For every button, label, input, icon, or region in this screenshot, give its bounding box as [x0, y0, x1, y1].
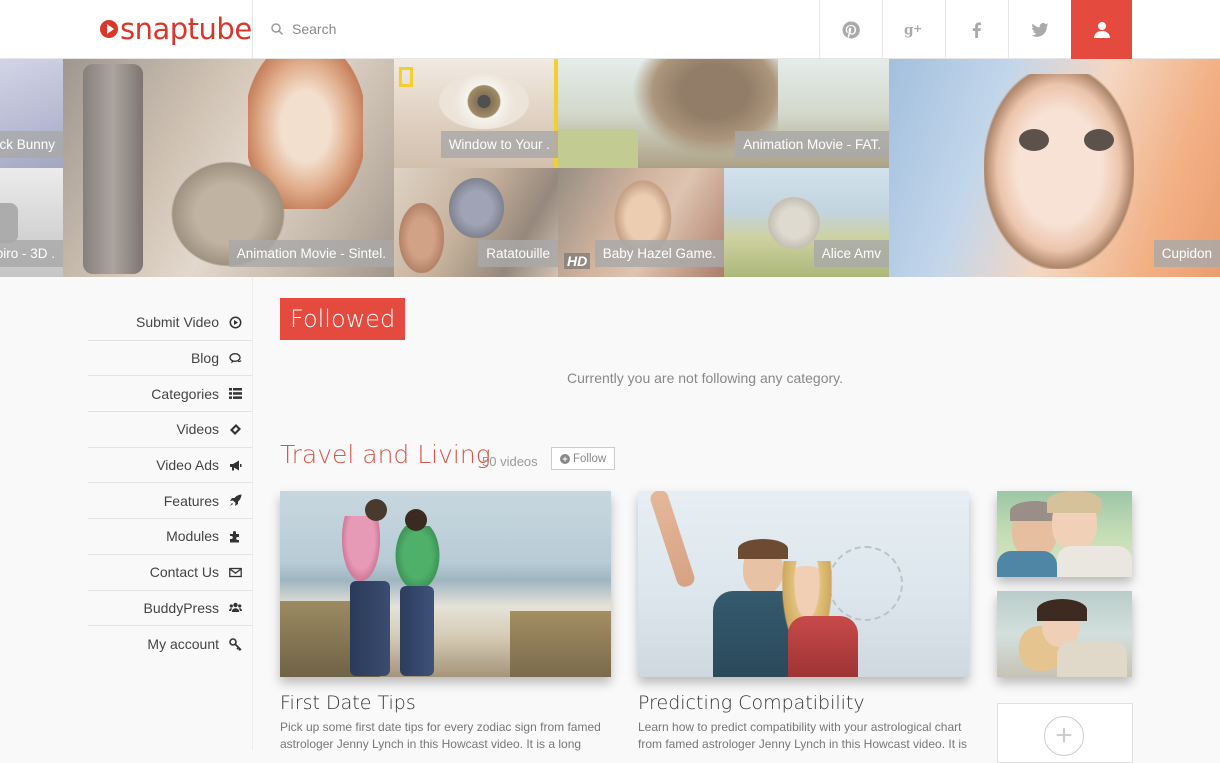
sidebar-item-label: Videos: [176, 421, 219, 438]
comments-icon: [229, 352, 242, 364]
facebook-icon: [972, 22, 981, 38]
sidebar-item-label: Contact Us: [149, 564, 219, 581]
envelope-icon: [229, 567, 242, 577]
follow-label: Follow: [573, 452, 607, 465]
users-icon: [229, 603, 242, 613]
sidebar-item-label: Blog: [190, 350, 219, 367]
sidebar-item-label: BuddyPress: [143, 599, 219, 616]
add-icon: +: [1044, 716, 1084, 756]
featured-caption: Ratatouille: [478, 240, 558, 267]
featured-tile[interactable]: Cupidon: [889, 59, 1220, 277]
featured-tile[interactable]: HD Baby Hazel Game.: [558, 168, 724, 277]
puzzle-icon: [230, 530, 239, 543]
empty-following-message: Currently you are not following any cate…: [567, 370, 843, 386]
sidebar-item-label: Features: [163, 492, 219, 509]
featured-tile[interactable]: Ratatouille: [394, 168, 558, 277]
list-icon: [229, 388, 242, 400]
twitter-button[interactable]: [1008, 0, 1071, 59]
featured-tile[interactable]: piro - 3D .: [0, 168, 63, 277]
sidebar-item-label: Submit Video: [135, 314, 219, 331]
play-logo-icon: [100, 20, 118, 38]
category-video-count: 50 videos: [482, 454, 538, 469]
featured-tile[interactable]: Animation Movie - FAT.: [558, 59, 889, 168]
sidebar-item-label: Categories: [151, 385, 219, 402]
sidebar-item-contact-us[interactable]: Contact Us: [88, 555, 252, 591]
sidebar-item-submit-video[interactable]: Submit Video: [88, 305, 252, 341]
site-logo[interactable]: snaptube: [100, 12, 252, 46]
facebook-button[interactable]: [945, 0, 1008, 59]
pinterest-button[interactable]: [819, 0, 882, 59]
header-divider: [252, 0, 253, 59]
video-thumbnail[interactable]: [997, 591, 1132, 677]
featured-strip: ck Bunny piro - 3D . Animation Movie - S…: [0, 59, 1220, 277]
video-title[interactable]: First Date Tips: [280, 692, 416, 714]
account-button[interactable]: [1071, 0, 1132, 59]
sidebar-item-features[interactable]: Features: [88, 483, 252, 520]
google-plus-icon: g +: [904, 21, 922, 38]
sidebar-item-videos[interactable]: Videos: [88, 412, 252, 448]
twitter-icon: [1031, 22, 1049, 37]
video-description: Learn how to predict compatibility with …: [638, 720, 968, 751]
followed-heading-button[interactable]: Followed: [280, 298, 406, 340]
site-header: snaptube g +: [0, 0, 1220, 59]
sidebar-item-video-ads[interactable]: Video Ads: [88, 448, 252, 484]
bullhorn-icon: [230, 460, 242, 471]
category-title[interactable]: Travel and Living: [280, 440, 491, 469]
play-circle-icon: [229, 316, 242, 329]
social-links: g +: [819, 0, 1132, 59]
featured-tile[interactable]: ck Bunny: [0, 59, 63, 168]
featured-caption: Alice Amv: [813, 240, 889, 267]
search-input[interactable]: [292, 21, 552, 37]
video-title[interactable]: Predicting Compatibility: [638, 692, 865, 714]
ticket-icon: [230, 423, 241, 435]
featured-caption: Baby Hazel Game.: [594, 240, 724, 267]
google-plus-button[interactable]: g +: [882, 0, 945, 59]
follow-category-button[interactable]: + Follow: [551, 447, 616, 470]
sidebar-divider: [252, 277, 253, 750]
sidebar-item-buddypress[interactable]: BuddyPress: [88, 591, 252, 627]
featured-tile[interactable]: Window to Your .: [394, 59, 558, 168]
featured-tile[interactable]: Alice Amv: [724, 168, 889, 277]
featured-caption: Animation Movie - Sintel.: [228, 240, 394, 267]
rocket-icon: [230, 494, 242, 507]
plus-circle-icon: +: [560, 453, 570, 464]
sidebar-item-blog[interactable]: Blog: [88, 341, 252, 377]
sidebar-item-label: My account: [147, 636, 219, 653]
featured-tile[interactable]: Animation Movie - Sintel.: [63, 59, 394, 277]
video-thumbnail[interactable]: [280, 491, 611, 677]
sidebar-item-label: Modules: [166, 528, 219, 545]
featured-caption: Animation Movie - FAT.: [735, 131, 889, 158]
featured-caption: Cupidon: [1153, 240, 1220, 267]
pinterest-icon: [842, 20, 860, 38]
video-thumbnail[interactable]: [997, 491, 1132, 577]
load-more-box[interactable]: +: [997, 703, 1133, 763]
hd-badge: HD: [564, 253, 591, 269]
user-icon: [1093, 21, 1110, 38]
featured-caption: ck Bunny: [0, 131, 63, 158]
featured-caption: piro - 3D .: [0, 240, 63, 267]
key-icon: [229, 637, 242, 651]
featured-caption: Window to Your .: [440, 131, 558, 158]
search-icon[interactable]: [270, 22, 284, 36]
sidebar-item-my-account[interactable]: My account: [88, 626, 252, 662]
sidebar-item-modules[interactable]: Modules: [88, 519, 252, 555]
sidebar-item-label: Video Ads: [156, 457, 219, 474]
logo-text: snaptube: [120, 12, 252, 46]
video-thumbnail[interactable]: [638, 491, 969, 677]
sidebar-item-categories[interactable]: Categories: [88, 376, 252, 413]
sidebar-menu: Submit Video Blog Categories Videos Vide…: [88, 305, 252, 662]
svg-text:+: +: [913, 21, 922, 34]
search-bar: [270, 14, 570, 44]
video-description: Pick up some first date tips for every z…: [280, 720, 601, 751]
